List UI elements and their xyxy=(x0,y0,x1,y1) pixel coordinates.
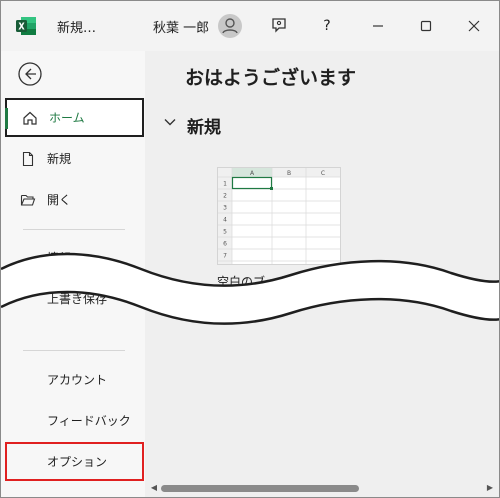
new-file-icon xyxy=(19,150,37,168)
nav-item-options[interactable]: オプション xyxy=(5,442,144,481)
selected-indicator xyxy=(5,108,8,129)
user-name[interactable]: 秋葉 一郎 xyxy=(153,17,209,36)
minimize-icon xyxy=(373,25,383,27)
nav-item-label: 上書き保存 xyxy=(47,292,108,306)
title-bar: 新規… 秋葉 一郎 ? xyxy=(1,1,499,51)
chevron-down-icon[interactable] xyxy=(163,115,177,129)
row-header: 3 xyxy=(223,205,227,212)
row-header: 5 xyxy=(223,229,227,236)
maximize-icon xyxy=(420,20,432,32)
nav-item-label: 開く xyxy=(47,193,72,207)
close-icon xyxy=(468,20,480,32)
document-title: 新規… xyxy=(57,21,97,36)
nav-item-account[interactable]: アカウント xyxy=(5,360,144,399)
excel-logo-icon xyxy=(16,17,36,35)
backstage-main: おはようございます 新規 A B C 1 2 3 4 5 6 7 空白のブック … xyxy=(145,51,499,497)
nav-item-label: フィードバック xyxy=(47,414,131,428)
maximize-button[interactable] xyxy=(411,11,441,41)
nav-item-label: アカウント xyxy=(47,373,108,387)
avatar[interactable] xyxy=(218,14,242,38)
close-button[interactable] xyxy=(459,11,489,41)
column-header: C xyxy=(321,170,325,177)
horizontal-scrollbar[interactable]: ◀ ▶ xyxy=(145,481,499,495)
excel-backstage-window: 新規… 秋葉 一郎 ? ホーム 新規 開く 情報 上書き保存 アカウント フィー… xyxy=(0,0,500,498)
row-header: 6 xyxy=(223,241,227,248)
nav-item-label: 情報 xyxy=(47,251,72,265)
feedback-button[interactable] xyxy=(264,11,294,41)
column-header: B xyxy=(287,170,291,177)
section-title-new: 新規 xyxy=(187,118,221,138)
feedback-icon xyxy=(272,18,286,33)
greeting-heading: おはようございます xyxy=(185,67,357,89)
blank-workbook-template[interactable]: A B C 1 2 3 4 5 6 7 xyxy=(217,167,341,265)
nav-item-info[interactable]: 情報 xyxy=(5,238,144,277)
nav-item-label: 新規 xyxy=(47,152,72,166)
blank-workbook-label: 空白のブック xyxy=(217,275,290,289)
backstage-nav: ホーム 新規 開く 情報 上書き保存 アカウント フィードバック オプション xyxy=(1,51,145,497)
home-icon xyxy=(21,109,39,127)
nav-item-home[interactable]: ホーム xyxy=(5,98,144,137)
open-folder-icon xyxy=(19,191,37,209)
nav-item-label: オプション xyxy=(47,455,108,469)
scroll-right-icon[interactable]: ▶ xyxy=(485,483,495,493)
nav-item-label: ホーム xyxy=(49,111,85,125)
nav-item-save[interactable]: 上書き保存 xyxy=(5,279,144,318)
row-header: 2 xyxy=(223,193,227,200)
row-header: 7 xyxy=(223,253,227,260)
help-icon: ? xyxy=(323,18,331,34)
nav-item-feedback[interactable]: フィードバック xyxy=(5,401,144,440)
minimize-button[interactable] xyxy=(363,11,393,41)
nav-item-new[interactable]: 新規 xyxy=(5,139,144,178)
nav-divider xyxy=(23,350,125,351)
scroll-left-icon[interactable]: ◀ xyxy=(149,483,159,493)
nav-divider xyxy=(23,229,125,230)
nav-item-open[interactable]: 開く xyxy=(5,180,144,219)
back-arrow-icon[interactable] xyxy=(17,61,43,87)
scrollbar-thumb[interactable] xyxy=(161,485,359,492)
row-header: 1 xyxy=(223,181,227,188)
help-button[interactable]: ? xyxy=(312,11,342,41)
row-header: 4 xyxy=(223,217,227,224)
person-icon xyxy=(222,18,238,34)
blank-workbook-thumbnail: A B C 1 2 3 4 5 6 7 xyxy=(218,168,340,264)
